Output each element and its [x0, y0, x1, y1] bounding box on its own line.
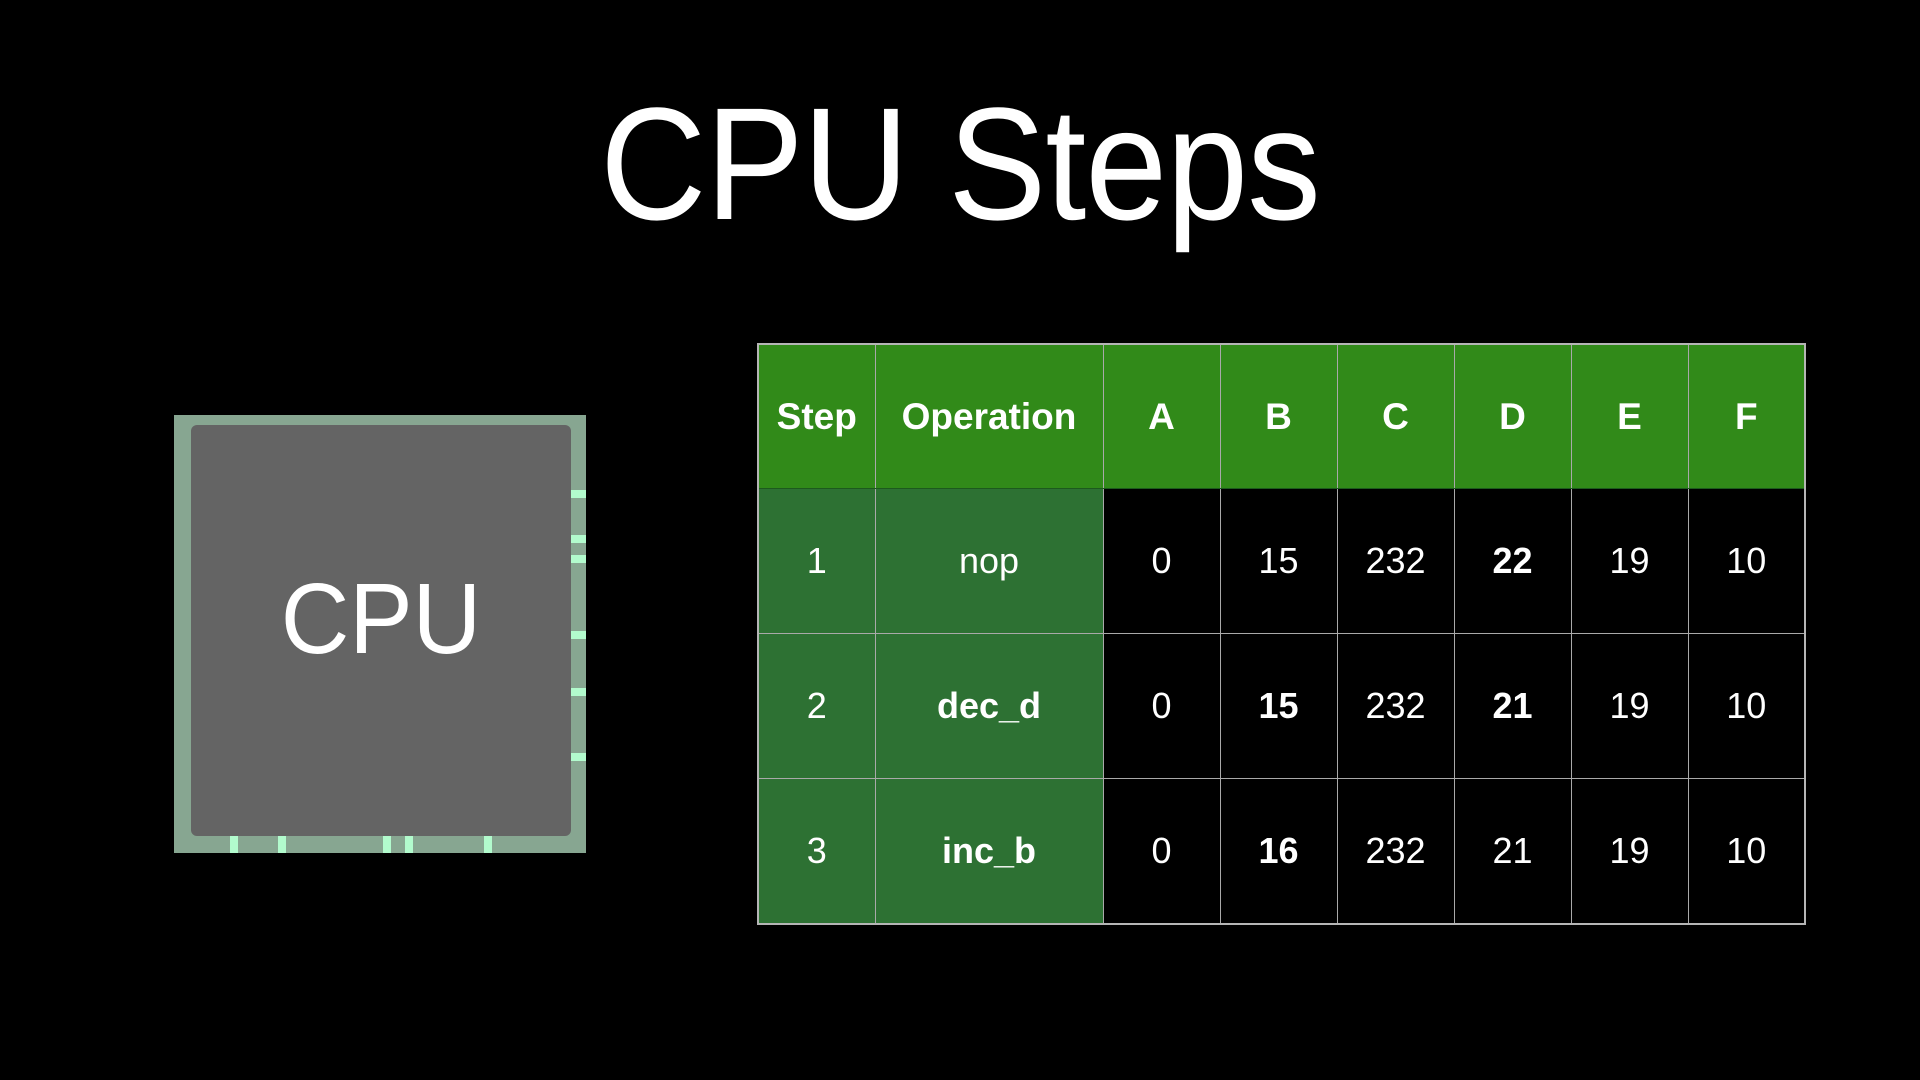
- register-d-cell: 21: [1453, 633, 1572, 779]
- register-a-cell: 0: [1102, 633, 1221, 779]
- operation-cell: dec_d: [874, 633, 1104, 779]
- header-step: Step: [757, 343, 876, 489]
- register-e-cell: 19: [1570, 778, 1689, 925]
- header-register-e: E: [1570, 343, 1689, 489]
- cpu-pin-right: [571, 631, 586, 639]
- table-row: 1 nop 0 15 232 22 19 10: [757, 488, 1806, 634]
- cpu-pin-bottom: [405, 836, 413, 853]
- header-register-d: D: [1453, 343, 1572, 489]
- register-b-cell: 15: [1219, 488, 1338, 634]
- operation-cell: inc_b: [874, 778, 1104, 925]
- register-c-cell: 232: [1336, 633, 1455, 779]
- register-a-cell: 0: [1102, 488, 1221, 634]
- cpu-steps-table: Step Operation A B C D E F 1 nop 0 15 232 22 1…: [757, 343, 1806, 925]
- step-cell: 3: [757, 778, 876, 925]
- table-header-row: Step Operation A B C D E F: [757, 343, 1806, 489]
- cpu-pin-bottom: [484, 836, 492, 853]
- register-e-cell: 19: [1570, 488, 1689, 634]
- register-f-cell: 10: [1687, 488, 1806, 634]
- register-b-cell: 15: [1219, 633, 1338, 779]
- table-row: 2 dec_d 0 15 232 21 19 10: [757, 633, 1806, 779]
- register-c-cell: 232: [1336, 778, 1455, 925]
- cpu-pin-right: [571, 688, 586, 696]
- register-d-cell: 22: [1453, 488, 1572, 634]
- header-operation: Operation: [874, 343, 1104, 489]
- cpu-pin-bottom: [230, 836, 238, 853]
- cpu-core: CPU: [191, 425, 571, 836]
- register-f-cell: 10: [1687, 778, 1806, 925]
- cpu-pin-right: [571, 753, 586, 761]
- cpu-pin-bottom: [278, 836, 286, 853]
- register-e-cell: 19: [1570, 633, 1689, 779]
- register-f-cell: 10: [1687, 633, 1806, 779]
- header-register-f: F: [1687, 343, 1806, 489]
- cpu-pin-right: [571, 555, 586, 563]
- table-row: 3 inc_b 0 16 232 21 19 10: [757, 778, 1806, 925]
- header-register-b: B: [1219, 343, 1338, 489]
- register-c-cell: 232: [1336, 488, 1455, 634]
- cpu-pin-bottom: [383, 836, 391, 853]
- register-b-cell: 16: [1219, 778, 1338, 925]
- step-cell: 1: [757, 488, 876, 634]
- slide-title: CPU Steps: [600, 74, 1321, 253]
- cpu-pin-right: [571, 490, 586, 498]
- cpu-label: CPU: [280, 563, 482, 675]
- header-register-c: C: [1336, 343, 1455, 489]
- register-d-cell: 21: [1453, 778, 1572, 925]
- step-cell: 2: [757, 633, 876, 779]
- cpu-pin-right: [571, 535, 586, 543]
- header-register-a: A: [1102, 343, 1221, 489]
- operation-cell: nop: [874, 488, 1104, 634]
- cpu-chip-icon: CPU: [174, 415, 586, 853]
- register-a-cell: 0: [1102, 778, 1221, 925]
